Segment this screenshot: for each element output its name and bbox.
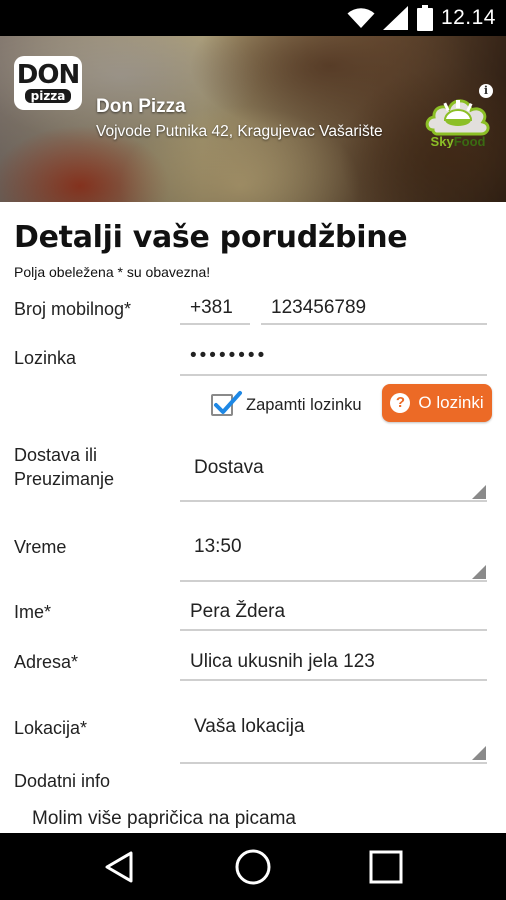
restaurant-address: Vojvode Putnika 42, Kragujevac Vašarište xyxy=(96,123,383,140)
delivery-select[interactable]: Dostava xyxy=(194,456,264,480)
password-underline xyxy=(180,374,487,376)
skyfood-brand-food: Food xyxy=(454,134,486,148)
svg-text:SkyFood: SkyFood xyxy=(431,134,486,148)
required-note: Polja obeležena * su obavezna! xyxy=(14,264,211,280)
time-dropdown-icon[interactable] xyxy=(472,565,486,579)
extra-info-field[interactable]: Molim više papričica na picama xyxy=(32,808,296,830)
delivery-label-line1: Dostava ili xyxy=(14,445,98,465)
name-underline xyxy=(180,629,487,631)
location-underline xyxy=(180,762,487,764)
name-label: Ime* xyxy=(14,602,52,622)
question-icon: ? xyxy=(390,393,411,413)
info-icon[interactable]: i xyxy=(479,84,493,98)
wifi-icon xyxy=(347,7,375,29)
phone-label: Broj mobilnog* xyxy=(14,299,132,319)
signal-icon xyxy=(382,6,409,30)
restaurant-name: Don Pizza xyxy=(96,96,186,117)
password-label: Lozinka xyxy=(14,348,77,368)
recents-button[interactable] xyxy=(336,833,436,900)
address-label: Adresa* xyxy=(14,652,79,672)
status-bar: 12.14 xyxy=(0,0,506,36)
location-dropdown-icon[interactable] xyxy=(472,746,486,760)
status-icons: 12.14 xyxy=(347,5,496,31)
checkmark-icon xyxy=(214,391,242,414)
page-title: Detalji vaše porudžbine xyxy=(14,220,408,255)
back-icon xyxy=(105,851,133,882)
location-select[interactable]: Vaša lokacija xyxy=(194,715,305,739)
restaurant-logo: DON pizza xyxy=(14,56,82,110)
address-underline xyxy=(180,679,487,681)
skyfood-brand-sky: Sky xyxy=(431,134,455,148)
phone-number-field[interactable]: 123456789 xyxy=(271,296,366,320)
home-icon xyxy=(235,849,271,884)
navigation-bar xyxy=(0,833,506,900)
remember-password-label: Zapamti lozinku xyxy=(246,396,362,414)
back-button[interactable] xyxy=(70,833,170,900)
time-underline xyxy=(180,580,487,582)
address-field[interactable]: Ulica ukusnih jela 123 xyxy=(190,650,375,674)
extra-info-label: Dodatni info xyxy=(14,771,111,791)
time-select[interactable]: 13:50 xyxy=(194,535,242,559)
home-button[interactable] xyxy=(203,833,303,900)
delivery-underline xyxy=(180,500,487,502)
time-label: Vreme xyxy=(14,537,67,557)
phone-number-underline xyxy=(261,323,487,325)
delivery-dropdown-icon[interactable] xyxy=(472,485,486,499)
password-info-button[interactable]: ? O lozinki xyxy=(382,384,492,422)
password-info-label: O lozinki xyxy=(418,393,484,412)
delivery-label-line2: Preuzimanje xyxy=(14,469,115,489)
recents-icon xyxy=(369,850,403,883)
status-time: 12.14 xyxy=(440,6,496,29)
logo-text-top: DON xyxy=(16,60,80,90)
location-label: Lokacija* xyxy=(14,718,88,738)
password-field[interactable]: •••••••• xyxy=(190,344,267,368)
remember-password-checkbox[interactable] xyxy=(211,391,242,416)
country-code-underline xyxy=(180,323,250,325)
country-code-field[interactable]: +381 xyxy=(190,296,233,320)
name-field[interactable]: Pera Ždera xyxy=(190,600,285,624)
battery-icon xyxy=(416,5,433,31)
logo-text-bottom: pizza xyxy=(24,89,72,103)
